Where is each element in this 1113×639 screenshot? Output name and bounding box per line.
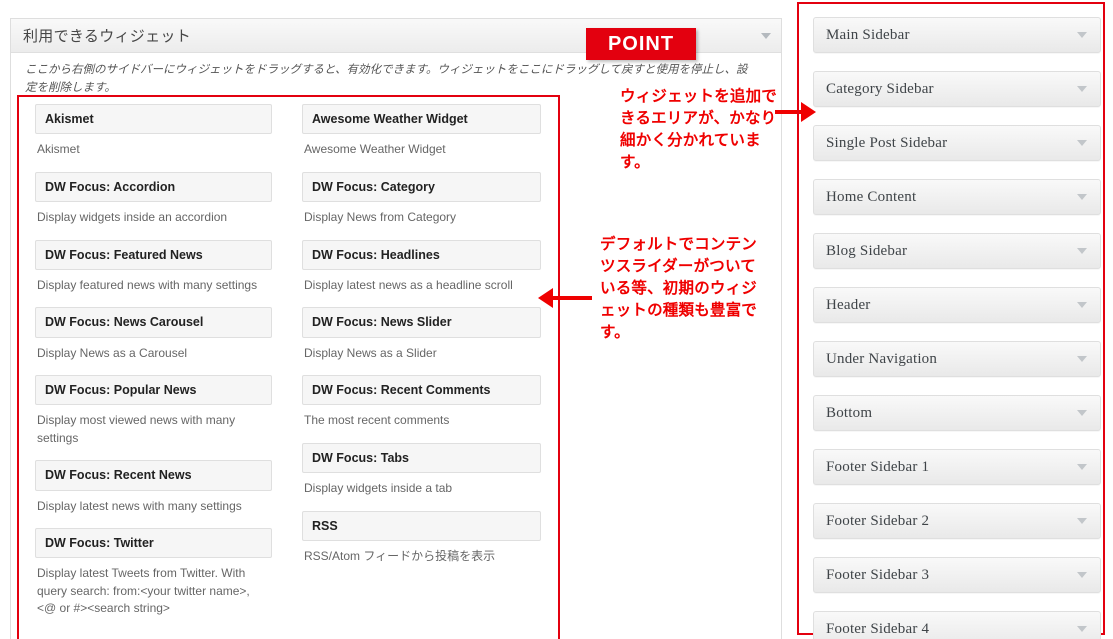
- sidebar-item-footer-sidebar-3[interactable]: Footer Sidebar 3: [813, 557, 1101, 593]
- widgets-admin-screen: 利用できるウィジェット ここから右側のサイドバーにウィジェットをドラッグすると、…: [0, 0, 1113, 639]
- widget-title[interactable]: DW Focus: Category: [302, 171, 541, 203]
- sidebar-item-header[interactable]: Header: [813, 287, 1101, 323]
- widget-description: Display most viewed news with many setti…: [37, 413, 236, 445]
- chevron-down-icon[interactable]: [1077, 518, 1087, 524]
- widget-description: Display widgets inside an accordion: [37, 210, 228, 225]
- widget-item[interactable]: DW Focus: Recent News Display latest new…: [35, 460, 272, 515]
- chevron-down-icon[interactable]: [1077, 572, 1087, 578]
- widget-title[interactable]: DW Focus: News Carousel: [35, 307, 272, 338]
- sidebar-item-single-post-sidebar[interactable]: Single Post Sidebar: [813, 125, 1101, 161]
- widget-description: Display latest news with many settings: [37, 498, 242, 513]
- widget-description: Awesome Weather Widget: [304, 142, 446, 157]
- widget-item[interactable]: DW Focus: Tabs Display widgets inside a …: [302, 442, 541, 498]
- sidebar-item-label: Footer Sidebar 2: [826, 512, 930, 529]
- widget-description: Display featured news with many settings: [37, 277, 258, 292]
- chevron-down-icon[interactable]: [1077, 194, 1087, 200]
- widget-item[interactable]: DW Focus: Twitter Display latest Tweets …: [35, 527, 272, 618]
- sidebar-item-main-sidebar[interactable]: Main Sidebar: [813, 17, 1101, 53]
- widget-description: RSS/Atom フィードから投稿を表示: [304, 548, 496, 563]
- widget-item[interactable]: DW Focus: Popular News Display most view…: [35, 375, 272, 447]
- sidebar-item-label: Single Post Sidebar: [826, 134, 948, 151]
- sidebar-item-home-content[interactable]: Home Content: [813, 179, 1101, 215]
- point-badge: POINT: [586, 28, 696, 60]
- chevron-down-icon[interactable]: [761, 32, 771, 39]
- sidebar-item-under-navigation[interactable]: Under Navigation: [813, 341, 1101, 377]
- widget-title[interactable]: Awesome Weather Widget: [302, 104, 541, 135]
- widget-item[interactable]: DW Focus: Category Display News from Cat…: [302, 171, 541, 227]
- widget-description: The most recent comments: [304, 413, 450, 428]
- sidebar-item-label: Footer Sidebar 3: [826, 566, 930, 583]
- chevron-down-icon[interactable]: [1077, 410, 1087, 416]
- sidebar-item-footer-sidebar-4[interactable]: Footer Sidebar 4: [813, 611, 1101, 639]
- widget-item[interactable]: DW Focus: Featured News Display featured…: [35, 239, 272, 295]
- annotation-note-widgets: デフォルトでコンテンツスライダーがついている等、初期のウィジェットの種類も豊富で…: [600, 236, 758, 341]
- widget-title[interactable]: DW Focus: Headlines: [302, 239, 541, 270]
- widget-title[interactable]: DW Focus: Featured News: [35, 239, 272, 270]
- widget-item[interactable]: Akismet Akismet: [35, 104, 272, 159]
- widget-description: Display widgets inside a tab: [304, 481, 453, 496]
- widget-description: Display latest news as a headline scroll: [304, 277, 513, 292]
- widget-title[interactable]: DW Focus: Tabs: [302, 442, 541, 474]
- chevron-down-icon[interactable]: [1077, 356, 1087, 362]
- sidebar-item-category-sidebar[interactable]: Category Sidebar: [813, 71, 1101, 107]
- widget-description: Akismet: [37, 142, 80, 157]
- widget-title[interactable]: Akismet: [35, 104, 272, 135]
- widget-title[interactable]: DW Focus: News Slider: [302, 307, 541, 338]
- widget-description: Display News as a Carousel: [37, 345, 188, 360]
- widget-description: Display News from Category: [304, 210, 457, 225]
- widget-column-right: Awesome Weather Widget Awesome Weather W…: [288, 104, 557, 631]
- sidebar-item-label: Footer Sidebar 4: [826, 620, 930, 637]
- sidebar-item-label: Header: [826, 296, 871, 313]
- widget-title[interactable]: DW Focus: Recent Comments: [302, 375, 541, 406]
- sidebar-item-footer-sidebar-2[interactable]: Footer Sidebar 2: [813, 503, 1101, 539]
- chevron-down-icon[interactable]: [1077, 464, 1087, 470]
- chevron-down-icon[interactable]: [1077, 86, 1087, 92]
- chevron-down-icon[interactable]: [1077, 140, 1087, 146]
- widget-description: Display News as a Slider: [304, 345, 437, 360]
- widget-title[interactable]: DW Focus: Accordion: [35, 171, 272, 203]
- widget-title[interactable]: DW Focus: Twitter: [35, 527, 272, 559]
- widget-title[interactable]: DW Focus: Popular News: [35, 375, 272, 406]
- sidebar-item-label: Footer Sidebar 1: [826, 458, 930, 475]
- widget-item[interactable]: DW Focus: Accordion Display widgets insi…: [35, 171, 272, 227]
- widget-item[interactable]: Awesome Weather Widget Awesome Weather W…: [302, 104, 541, 159]
- sidebar-item-label: Home Content: [826, 188, 917, 205]
- sidebar-item-label: Under Navigation: [826, 350, 938, 367]
- widget-description: Display latest Tweets from Twitter. With…: [37, 566, 250, 616]
- sidebar-item-label: Category Sidebar: [826, 80, 934, 97]
- widget-title[interactable]: DW Focus: Recent News: [35, 460, 272, 491]
- sidebar-item-bottom[interactable]: Bottom: [813, 395, 1101, 431]
- sidebar-item-label: Blog Sidebar: [826, 242, 908, 259]
- arrow-right-icon: [775, 110, 803, 114]
- widget-item[interactable]: DW Focus: News Carousel Display News as …: [35, 307, 272, 362]
- arrow-left-icon: [552, 296, 592, 300]
- sidebar-areas-list: Main Sidebar Category Sidebar Single Pos…: [813, 17, 1101, 639]
- widget-title[interactable]: RSS: [302, 510, 541, 541]
- sidebar-item-label: Main Sidebar: [826, 26, 910, 43]
- widget-item[interactable]: DW Focus: News Slider Display News as a …: [302, 307, 541, 362]
- page-title: 利用できるウィジェット: [23, 29, 192, 45]
- sidebar-item-blog-sidebar[interactable]: Blog Sidebar: [813, 233, 1101, 269]
- widget-item[interactable]: RSS RSS/Atom フィードから投稿を表示: [302, 510, 541, 566]
- sidebar-item-label: Bottom: [826, 404, 873, 421]
- annotation-note-areas: ウィジェットを追加できるエリアが、かなり細かく分かれています。: [620, 88, 778, 171]
- chevron-down-icon[interactable]: [1077, 248, 1087, 254]
- sidebar-item-footer-sidebar-1[interactable]: Footer Sidebar 1: [813, 449, 1101, 485]
- chevron-down-icon[interactable]: [1077, 302, 1087, 308]
- widget-column-left: Akismet Akismet DW Focus: Accordion Disp…: [19, 104, 288, 631]
- arrow-left-icon-head: [538, 288, 553, 308]
- chevron-down-icon[interactable]: [1077, 32, 1087, 38]
- available-widgets-grid: Akismet Akismet DW Focus: Accordion Disp…: [19, 97, 558, 631]
- chevron-down-icon[interactable]: [1077, 626, 1087, 632]
- widget-item[interactable]: DW Focus: Recent Comments The most recen…: [302, 375, 541, 430]
- widget-item[interactable]: DW Focus: Headlines Display latest news …: [302, 239, 541, 295]
